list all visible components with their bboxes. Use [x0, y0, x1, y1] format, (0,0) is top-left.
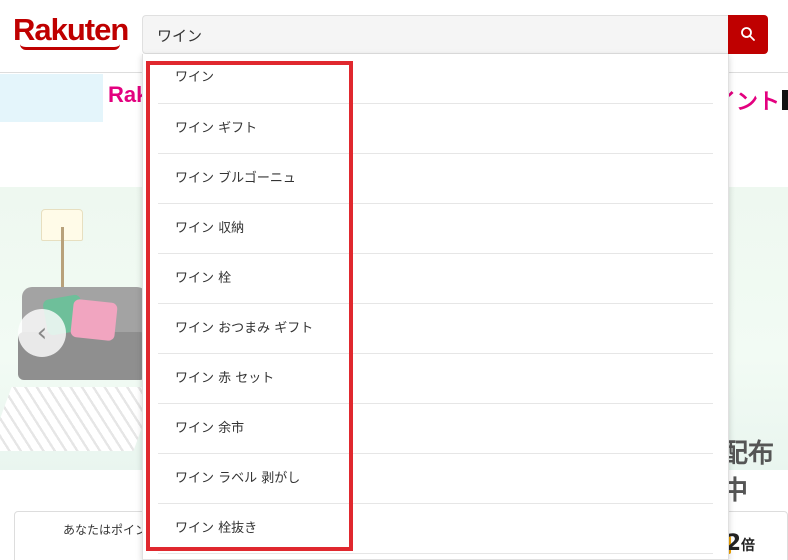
suggestion-list: ワイン ワイン ギフト ワイン ブルゴーニュ ワイン 収納 ワイン 栓 ワイン …: [158, 54, 713, 554]
suggestion-item[interactable]: ワイン おつまみ ギフト: [158, 304, 713, 354]
search-input[interactable]: ワイン: [142, 15, 729, 54]
suggestion-item[interactable]: ワイン 栓抜き: [158, 504, 713, 554]
suggestion-item[interactable]: ワイン ギフト: [158, 104, 713, 154]
search-button[interactable]: [728, 15, 768, 54]
promo-banner-left: [0, 74, 103, 122]
suggestion-item[interactable]: ワイン ラベル 剥がし: [158, 454, 713, 504]
search-input-value: ワイン: [157, 27, 203, 45]
search-suggestions-dropdown: ワイン ワイン ギフト ワイン ブルゴーニュ ワイン 収納 ワイン 栓 ワイン …: [142, 54, 729, 560]
suggestion-item[interactable]: ワイン 余市: [158, 404, 713, 454]
rakuten-logo[interactable]: Rakuten: [13, 12, 129, 48]
suggestion-item[interactable]: ワイン: [158, 54, 713, 104]
carousel-prev-icon[interactable]: ‹: [18, 309, 66, 357]
logo-swoosh: [20, 44, 120, 50]
points-label: あなたはポイン: [63, 523, 148, 537]
rug-image: [0, 387, 157, 451]
pillow-pink: [70, 298, 118, 342]
suggestion-item[interactable]: ワイン 収納: [158, 204, 713, 254]
suggestion-item[interactable]: ワイン ブルゴーニュ: [158, 154, 713, 204]
suggestion-item[interactable]: ワイン 栓: [158, 254, 713, 304]
suggestion-item[interactable]: ワイン 赤 セット: [158, 354, 713, 404]
hero-text: 配布中: [722, 438, 775, 505]
bonus-suffix: 倍: [741, 538, 756, 554]
promo-banner-right-tail: [782, 90, 788, 110]
search-icon: [741, 27, 755, 41]
